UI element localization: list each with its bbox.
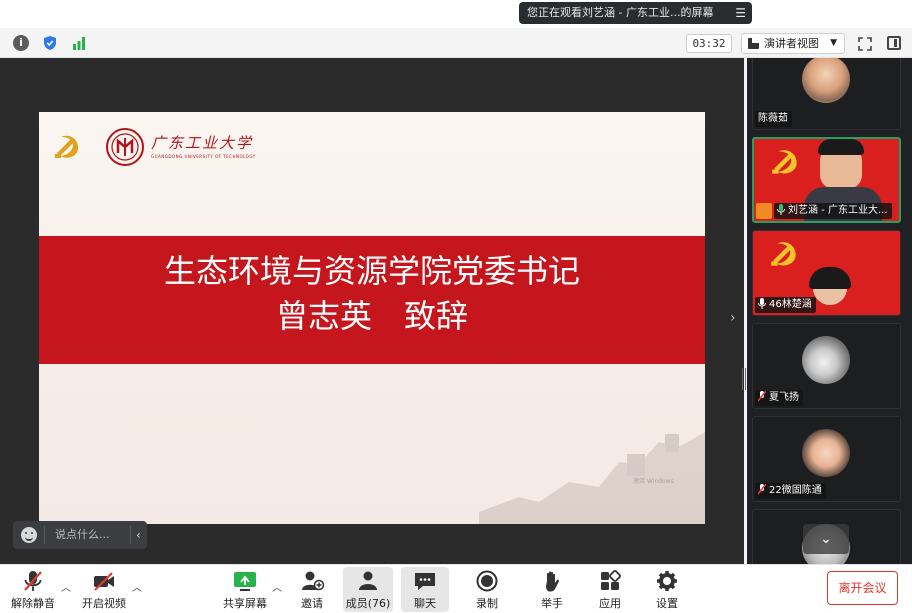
person-hair <box>818 139 864 155</box>
record-label: 录制 <box>476 597 498 610</box>
meeting-toolbar: i 03:32 演讲者视图 ▼ <box>0 28 912 58</box>
participant-name: 陈薇茹 <box>755 111 792 127</box>
participant-tile[interactable]: 22微固陈通 <box>752 416 901 502</box>
university-name: 广东工业大学 <box>151 134 254 152</box>
invite-label: 邀请 <box>301 597 323 610</box>
slide-title-line2: 曾志英 致辞 <box>275 297 468 335</box>
chevron-up-icon[interactable]: ︿ <box>272 579 282 594</box>
great-wall-illustration <box>479 432 705 524</box>
participant-name: 刘艺涵 - 广东工业大... <box>774 203 892 219</box>
scroll-down-button[interactable]: ⌄ <box>803 524 849 554</box>
party-emblem-icon <box>772 150 797 174</box>
microphone-icon <box>758 298 766 309</box>
view-mode-label: 演讲者视图 <box>764 37 819 50</box>
hand-icon <box>540 570 564 592</box>
participant-tile[interactable]: 陈薇茹 <box>752 58 901 130</box>
unmute-label: 解除静音 <box>11 597 55 610</box>
fullscreen-icon[interactable] <box>858 36 872 51</box>
apps-button[interactable]: 应用 <box>589 567 631 612</box>
members-button[interactable]: 成员(76) <box>343 567 393 612</box>
sharing-banner[interactable]: 您正在观看刘艺涵 - 广东工业...的屏幕 ☰ <box>519 2 752 24</box>
share-screen-icon <box>233 570 257 592</box>
apps-icon <box>598 570 622 592</box>
emoji-icon[interactable] <box>21 527 37 543</box>
divider <box>44 526 45 544</box>
participant-name: 46林楚涵 <box>755 297 816 313</box>
start-video-label: 开启视频 <box>82 597 126 610</box>
chat-label: 聊天 <box>414 597 436 610</box>
side-panel-icon[interactable] <box>887 36 901 50</box>
add-user-icon <box>300 570 325 592</box>
chevron-up-icon[interactable]: ︿ <box>132 579 142 594</box>
shield-icon[interactable] <box>42 35 58 51</box>
record-button[interactable]: 录制 <box>466 567 508 612</box>
microphone-muted-icon <box>21 570 45 592</box>
chevron-up-icon[interactable]: ︿ <box>61 579 71 594</box>
university-logo <box>105 127 145 167</box>
record-icon <box>475 570 499 592</box>
meeting-window: 您正在观看刘艺涵 - 广东工业...的屏幕 ☰ i 03:32 演讲者视图 ▼ <box>0 0 912 613</box>
members-label: 成员(76) <box>345 597 391 610</box>
divider <box>130 526 131 544</box>
presentation-slide: 广东工业大学 GUANGDONG UNIVERSITY OF TECHNOLOG… <box>39 112 705 524</box>
windows-watermark: 激活 Windows <box>633 478 674 485</box>
unmute-button[interactable]: 解除静音 <box>8 567 58 612</box>
camera-off-icon <box>92 570 116 592</box>
invite-button[interactable]: 邀请 <box>291 567 333 612</box>
microphone-muted-icon <box>758 484 766 495</box>
shared-screen: 广东工业大学 GUANGDONG UNIVERSITY OF TECHNOLOG… <box>0 58 746 564</box>
share-screen-label: 共享屏幕 <box>223 597 267 610</box>
microphone-icon <box>777 204 785 215</box>
title-bar: 您正在观看刘艺涵 - 广东工业...的屏幕 ☰ <box>0 0 912 28</box>
participant-name: 夏飞扬 <box>755 390 803 406</box>
chat-input[interactable]: 说点什么... <box>55 521 110 549</box>
menu-icon[interactable]: ☰ <box>735 2 746 24</box>
chat-button[interactable]: 聊天 <box>401 567 449 612</box>
meeting-timer: 03:32 <box>686 34 732 53</box>
host-badge-icon <box>756 203 772 219</box>
chevron-left-icon[interactable]: ‹ <box>136 521 141 549</box>
avatar <box>802 336 850 384</box>
participant-tile-active-speaker[interactable]: 刘艺涵 - 广东工业大... <box>752 137 901 223</box>
university-subtitle: GUANGDONG UNIVERSITY OF TECHNOLOGY <box>151 154 256 159</box>
chevron-right-icon[interactable]: › <box>730 310 736 326</box>
participant-name: 22微固陈通 <box>755 483 826 499</box>
gear-icon <box>655 570 679 592</box>
avatar <box>802 429 850 477</box>
participant-tile[interactable]: 夏飞扬 <box>752 323 901 409</box>
chat-icon <box>413 570 437 592</box>
share-screen-button[interactable]: 共享屏幕 <box>219 567 271 612</box>
party-emblem-icon <box>51 129 85 163</box>
participant-gallery: 陈薇茹 刘艺涵 - 广东工业大... 46林楚涵 夏飞扬 22微固陈通 ⌄ <box>747 58 912 564</box>
signal-icon[interactable] <box>71 35 87 51</box>
microphone-muted-icon <box>758 391 766 402</box>
slide-title-line1: 生态环境与资源学院党委书记 <box>163 252 580 290</box>
raise-hand-label: 举手 <box>541 597 563 610</box>
members-icon <box>356 570 380 592</box>
sharing-banner-text: 您正在观看刘艺涵 - 广东工业...的屏幕 <box>527 6 714 19</box>
settings-button[interactable]: 设置 <box>646 567 688 612</box>
party-emblem-icon <box>771 242 796 266</box>
chat-composer[interactable]: 说点什么... ‹ <box>13 521 147 549</box>
settings-label: 设置 <box>656 597 678 610</box>
speaker-view-icon <box>748 38 759 49</box>
avatar <box>802 58 850 103</box>
control-bar: 解除静音 ︿ 开启视频 ︿ 共享屏幕 ︿ 邀请 成员(76) 聊天 录制 举手 … <box>0 564 912 613</box>
start-video-button[interactable]: 开启视频 <box>78 567 130 612</box>
view-mode-dropdown[interactable]: 演讲者视图 ▼ <box>741 33 845 54</box>
leave-meeting-button[interactable]: 离开会议 <box>827 571 898 605</box>
info-icon[interactable]: i <box>13 35 29 51</box>
apps-label: 应用 <box>599 597 621 610</box>
raise-hand-button[interactable]: 举手 <box>531 567 573 612</box>
chevron-down-icon: ▼ <box>830 38 837 48</box>
resize-handle[interactable] <box>742 368 746 390</box>
participant-tile[interactable]: 46林楚涵 <box>752 230 901 316</box>
